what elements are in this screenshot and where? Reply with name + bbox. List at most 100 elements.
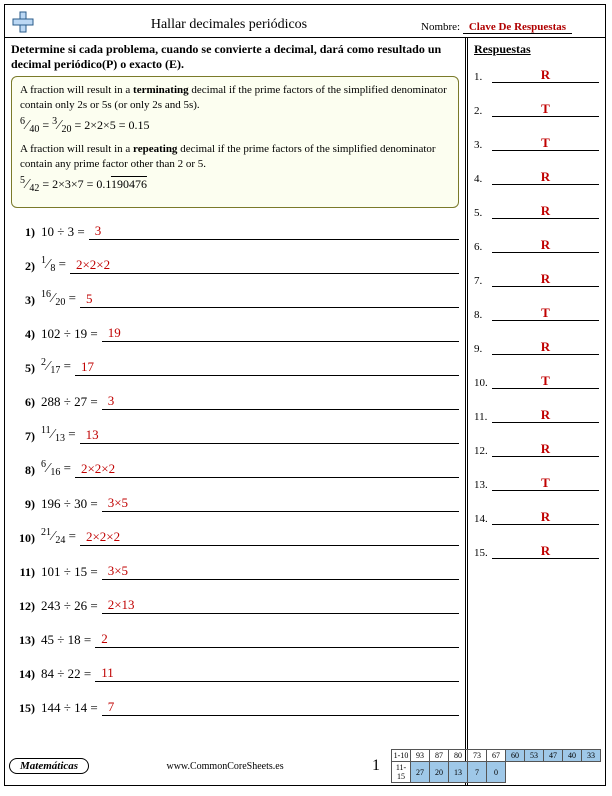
answer-number: 6. bbox=[474, 241, 492, 253]
answer-number: 10. bbox=[474, 377, 492, 389]
problem-answer-line[interactable]: 2×2×2 bbox=[75, 461, 459, 478]
answer-value[interactable]: T bbox=[492, 101, 599, 117]
answer-number: 5. bbox=[474, 207, 492, 219]
problem-number: 5) bbox=[11, 361, 41, 376]
instructions: Determine si cada problema, cuando se co… bbox=[11, 42, 459, 72]
problem-expression: 11⁄13 = bbox=[41, 425, 80, 444]
answer-value[interactable]: R bbox=[492, 67, 599, 83]
answer-number: 13. bbox=[474, 479, 492, 491]
answer-value[interactable]: R bbox=[492, 441, 599, 457]
problem-expression: 84 ÷ 22 = bbox=[41, 666, 95, 682]
problem-answer-line[interactable]: 7 bbox=[102, 699, 459, 716]
answer-row: 2.T bbox=[474, 101, 599, 117]
problem-answer-line[interactable]: 5 bbox=[80, 291, 459, 308]
problem-expression: 45 ÷ 18 = bbox=[41, 632, 95, 648]
answer-value[interactable]: R bbox=[492, 203, 599, 219]
problem-answer-line[interactable]: 17 bbox=[75, 359, 459, 376]
plus-icon bbox=[9, 9, 37, 35]
rule-box: A fraction will result in a terminating … bbox=[11, 76, 459, 208]
name-label: Nombre: bbox=[421, 21, 460, 33]
answer-row: 15.R bbox=[474, 543, 599, 559]
problem-number: 14) bbox=[11, 667, 41, 682]
answer-row: 8.T bbox=[474, 305, 599, 321]
problem-row: 6)288 ÷ 27 =3 bbox=[11, 388, 459, 410]
problem-row: 1)10 ÷ 3 =3 bbox=[11, 218, 459, 240]
answer-row: 3.T bbox=[474, 135, 599, 151]
answer-value[interactable]: R bbox=[492, 237, 599, 253]
problem-number: 3) bbox=[11, 293, 41, 308]
answer-row: 10.T bbox=[474, 373, 599, 389]
problem-row: 8)6⁄16 =2×2×2 bbox=[11, 456, 459, 478]
answer-row: 11.R bbox=[474, 407, 599, 423]
problem-number: 13) bbox=[11, 633, 41, 648]
answer-number: 3. bbox=[474, 139, 492, 151]
answer-number: 2. bbox=[474, 105, 492, 117]
problem-expression: 6⁄16 = bbox=[41, 459, 75, 478]
problem-expression: 288 ÷ 27 = bbox=[41, 394, 102, 410]
page-number: 1 bbox=[361, 757, 391, 775]
problem-number: 1) bbox=[11, 225, 41, 240]
problem-answer-line[interactable]: 19 bbox=[102, 325, 459, 342]
problem-expression: 101 ÷ 15 = bbox=[41, 564, 102, 580]
answer-value[interactable]: R bbox=[492, 509, 599, 525]
problem-answer-line[interactable]: 3 bbox=[102, 393, 459, 410]
answer-value[interactable]: R bbox=[492, 339, 599, 355]
problem-row: 11)101 ÷ 15 =3×5 bbox=[11, 558, 459, 580]
problem-expression: 196 ÷ 30 = bbox=[41, 496, 102, 512]
answer-number: 14. bbox=[474, 513, 492, 525]
problem-number: 11) bbox=[11, 565, 41, 580]
answer-value[interactable]: T bbox=[492, 305, 599, 321]
answer-number: 4. bbox=[474, 173, 492, 185]
answer-value[interactable]: R bbox=[492, 407, 599, 423]
problem-answer-line[interactable]: 2×2×2 bbox=[70, 257, 459, 274]
problem-answer-line[interactable]: 2 bbox=[95, 631, 459, 648]
problem-answer-line[interactable]: 2×13 bbox=[102, 597, 459, 614]
problem-number: 12) bbox=[11, 599, 41, 614]
name-field: Nombre: Clave De Respuestas bbox=[421, 21, 601, 35]
problem-expression: 21⁄24 = bbox=[41, 527, 80, 546]
answer-number: 12. bbox=[474, 445, 492, 457]
page-title: Hallar decimales periódicos bbox=[37, 17, 421, 35]
problem-number: 15) bbox=[11, 701, 41, 716]
problem-answer-line[interactable]: 11 bbox=[95, 665, 459, 682]
answers-header: Respuestas bbox=[474, 42, 599, 57]
answers-list: 1.R2.T3.T4.R5.R6.R7.R8.T9.R10.T11.R12.R1… bbox=[474, 67, 599, 559]
problem-row: 2)1⁄8 =2×2×2 bbox=[11, 252, 459, 274]
problem-expression: 2⁄17 = bbox=[41, 357, 75, 376]
problem-answer-line[interactable]: 3×5 bbox=[102, 563, 459, 580]
problem-row: 7)11⁄13 =13 bbox=[11, 422, 459, 444]
answer-value[interactable]: T bbox=[492, 135, 599, 151]
repeating-rule: A fraction will result in a repeating de… bbox=[20, 142, 450, 172]
problem-answer-line[interactable]: 13 bbox=[80, 427, 459, 444]
answer-value[interactable]: R bbox=[492, 271, 599, 287]
answer-number: 8. bbox=[474, 309, 492, 321]
problem-row: 4)102 ÷ 19 =19 bbox=[11, 320, 459, 342]
answer-number: 9. bbox=[474, 343, 492, 355]
problem-expression: 243 ÷ 26 = bbox=[41, 598, 102, 614]
problem-answer-line[interactable]: 3×5 bbox=[102, 495, 459, 512]
problem-number: 9) bbox=[11, 497, 41, 512]
answer-value[interactable]: R bbox=[492, 169, 599, 185]
problem-answer-line[interactable]: 3 bbox=[89, 223, 459, 240]
repeating-example: 5⁄42 = 2×3×7 = 0.1190476 bbox=[20, 174, 450, 196]
answer-row: 12.R bbox=[474, 441, 599, 457]
answer-number: 11. bbox=[474, 411, 492, 423]
problem-row: 14)84 ÷ 22 =11 bbox=[11, 660, 459, 682]
answer-row: 5.R bbox=[474, 203, 599, 219]
problems-list: 1)10 ÷ 3 =32)1⁄8 =2×2×23)16⁄20 =54)102 ÷… bbox=[11, 218, 459, 716]
score-grid: 1-109387807367605347403311-1527201370 bbox=[391, 749, 601, 783]
problem-number: 4) bbox=[11, 327, 41, 342]
terminating-example: 6⁄40 = 3⁄20 = 2×2×5 = 0.15 bbox=[20, 115, 450, 137]
problem-answer-line[interactable]: 2×2×2 bbox=[80, 529, 459, 546]
footer: Matemáticas www.CommonCoreSheets.es 1 1-… bbox=[5, 749, 605, 783]
answer-number: 7. bbox=[474, 275, 492, 287]
problem-number: 10) bbox=[11, 531, 41, 546]
answer-value[interactable]: T bbox=[492, 373, 599, 389]
problem-row: 12)243 ÷ 26 =2×13 bbox=[11, 592, 459, 614]
answer-value[interactable]: R bbox=[492, 543, 599, 559]
answer-value[interactable]: T bbox=[492, 475, 599, 491]
site-url: www.CommonCoreSheets.es bbox=[89, 761, 361, 772]
answer-number: 1. bbox=[474, 71, 492, 83]
problem-number: 8) bbox=[11, 463, 41, 478]
problem-row: 9)196 ÷ 30 =3×5 bbox=[11, 490, 459, 512]
